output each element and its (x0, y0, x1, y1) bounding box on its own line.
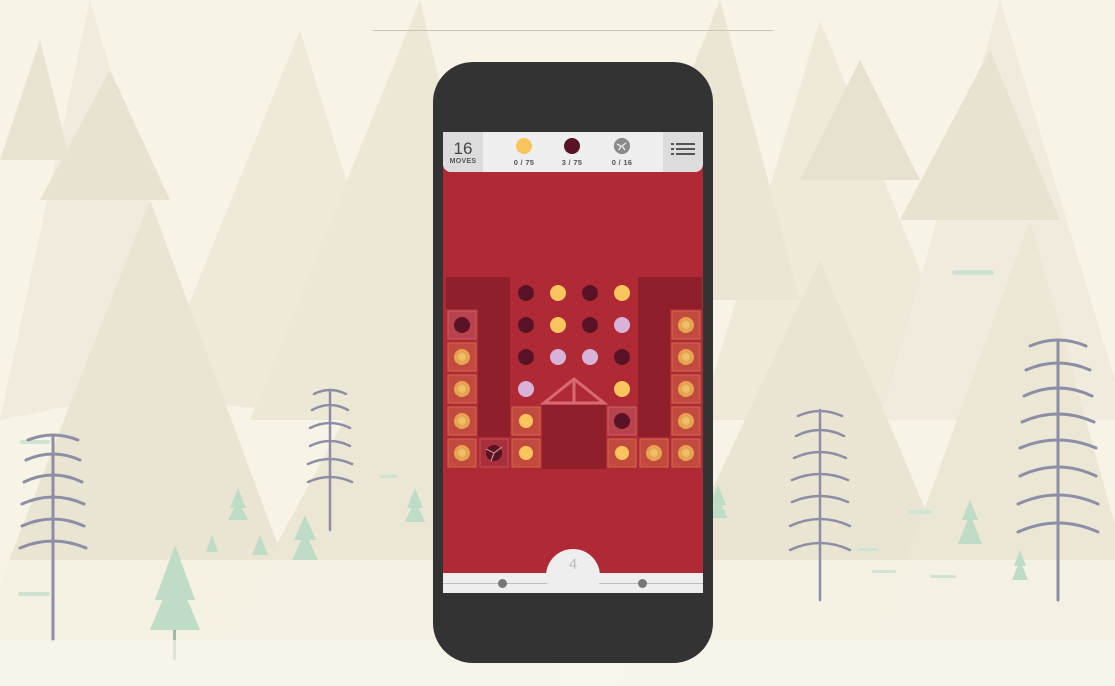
yellow-box-tile[interactable] (607, 438, 637, 468)
goal-count: 3 / 75 (561, 158, 583, 167)
maroon-dot[interactable] (614, 349, 630, 365)
cracked-orb-icon (614, 138, 630, 154)
yellow-box-tile[interactable] (511, 406, 541, 436)
phone-frame: 16 MOVES 0 / 75 3 / 75 0 / 16 4 (433, 62, 713, 663)
level-number: 4 (568, 556, 578, 573)
dark-well (542, 405, 606, 469)
maroon-dot[interactable] (582, 317, 598, 333)
moves-value: 16 (453, 139, 473, 158)
goal-count: 0 / 75 (513, 158, 535, 167)
stage-marker[interactable] (638, 579, 647, 588)
triangle-trap-icon (539, 377, 609, 405)
goal-count: 0 / 16 (611, 158, 633, 167)
moves-counter: 16 MOVES (443, 132, 483, 172)
goal-maroon: 3 / 75 (552, 138, 592, 167)
maroon-dot[interactable] (582, 285, 598, 301)
orange-gem-tile[interactable] (447, 342, 477, 372)
list-menu-icon (671, 143, 695, 155)
maroon-dot[interactable] (518, 317, 534, 333)
yellow-box-tile[interactable] (511, 438, 541, 468)
maroon-dot-icon (564, 138, 580, 154)
lilac-dot[interactable] (614, 317, 630, 333)
maroon-gem-tile[interactable] (447, 310, 477, 340)
orange-gem-tile[interactable] (671, 406, 701, 436)
cracked-gem-tile[interactable] (479, 438, 509, 468)
top-divider (373, 30, 773, 31)
stage-marker[interactable] (498, 579, 507, 588)
orange-gem-tile[interactable] (447, 438, 477, 468)
orange-gem-tile[interactable] (639, 438, 669, 468)
lilac-dot[interactable] (518, 381, 534, 397)
orange-gem-tile[interactable] (671, 310, 701, 340)
orange-gem-tile[interactable] (671, 438, 701, 468)
orange-gem-tile[interactable] (447, 374, 477, 404)
yellow-dot[interactable] (550, 285, 566, 301)
yellow-dot[interactable] (614, 285, 630, 301)
menu-button[interactable] (663, 132, 703, 172)
lilac-dot[interactable] (550, 349, 566, 365)
yellow-dot-icon (516, 138, 532, 154)
moves-label: MOVES (449, 158, 477, 165)
yellow-dot[interactable] (614, 381, 630, 397)
maroon-dot[interactable] (518, 285, 534, 301)
maroon-gem-tile[interactable] (607, 406, 637, 436)
lilac-dot[interactable] (582, 349, 598, 365)
goal-cracked: 0 / 16 (602, 138, 642, 167)
maroon-dot[interactable] (518, 349, 534, 365)
goal-yellow: 0 / 75 (504, 138, 544, 167)
hud-bar: 16 MOVES 0 / 75 3 / 75 0 / 16 (443, 132, 703, 172)
orange-gem-tile[interactable] (671, 342, 701, 372)
orange-gem-tile[interactable] (447, 406, 477, 436)
game-screen: 16 MOVES 0 / 75 3 / 75 0 / 16 4 (443, 132, 703, 593)
yellow-dot[interactable] (550, 317, 566, 333)
level-indicator: 4 (546, 549, 600, 593)
orange-gem-tile[interactable] (671, 374, 701, 404)
game-board (446, 277, 702, 469)
